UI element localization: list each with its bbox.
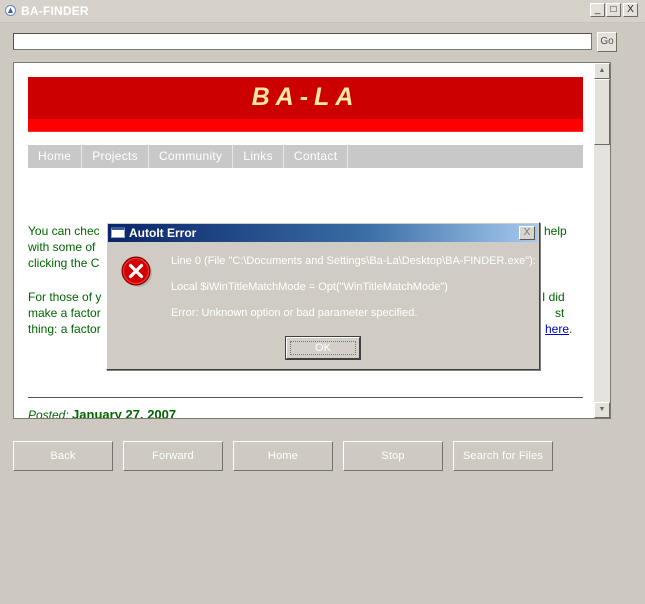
ok-button[interactable]: OK [285,336,361,360]
dialog-title-bar: AutoIt Error X [108,224,538,242]
paragraph-text: make a factor [28,306,101,320]
nav-links[interactable]: Links [233,145,284,168]
post-divider [28,397,583,398]
nav-contact[interactable]: Contact [284,145,349,168]
post-meta: Posted: January 27, 2007 [28,407,177,419]
triangle-up-icon: ▲ [598,67,606,74]
nav-home[interactable]: Home [28,145,83,168]
paragraph-text: For those of y [28,290,102,304]
error-line-3: Error: Unknown option or bad parameter s… [171,307,418,319]
nav-projects[interactable]: Projects [82,145,149,168]
paragraph-text: I did [542,290,565,304]
posted-label: Posted: [28,408,69,419]
home-button[interactable]: Home [233,441,333,471]
vertical-scrollbar[interactable]: ▲ ▼ [594,63,610,418]
paragraph-text: . [569,322,573,336]
dialog-close-button[interactable]: X [519,226,535,240]
maximize-button[interactable]: □ [606,3,621,17]
app-title-bar: BA-FINDER _ □ X [0,0,645,23]
site-banner: BA-LA [28,77,583,132]
scroll-up-button[interactable]: ▲ [594,63,610,79]
close-button[interactable]: X [623,3,638,17]
app-title: BA-FINDER [21,4,89,18]
paragraph-text: thing: a factor [28,322,101,336]
paragraph-text: st [555,306,565,320]
scroll-down-button[interactable]: ▼ [594,402,610,418]
url-input[interactable] [13,33,592,50]
forward-button[interactable]: Forward [123,441,223,471]
dialog-title: AutoIt Error [129,226,197,240]
stop-button[interactable]: Stop [343,441,443,471]
error-line-1: Line 0 (File "C:\Documents and Settings\… [171,255,536,267]
window-icon [111,227,125,238]
minimize-button[interactable]: _ [590,3,605,17]
paragraph-text: help [544,224,567,238]
nav-community[interactable]: Community [149,145,234,168]
triangle-down-icon: ▼ [598,406,606,413]
banner-stripe [28,119,583,131]
search-files-button[interactable]: Search for Files [453,441,553,471]
focus-ring [290,341,356,355]
go-button[interactable]: Go [597,32,617,52]
here-link[interactable]: here [545,322,569,336]
posted-date: January 27, 2007 [72,407,177,419]
error-x-circle-icon [121,256,152,287]
scroll-thumb[interactable] [594,79,610,145]
site-title: BA-LA [251,83,360,111]
error-dialog: AutoIt Error X Line 0 (File "C:\Document… [106,222,540,370]
site-nav: Home Projects Community Links Contact [28,145,583,168]
back-button[interactable]: Back [13,441,113,471]
autoit-app-icon [5,5,16,16]
error-line-2: Local $iWinTitleMatchMode = Opt("WinTitl… [171,281,448,293]
paragraph-text: You can chec [28,224,100,238]
